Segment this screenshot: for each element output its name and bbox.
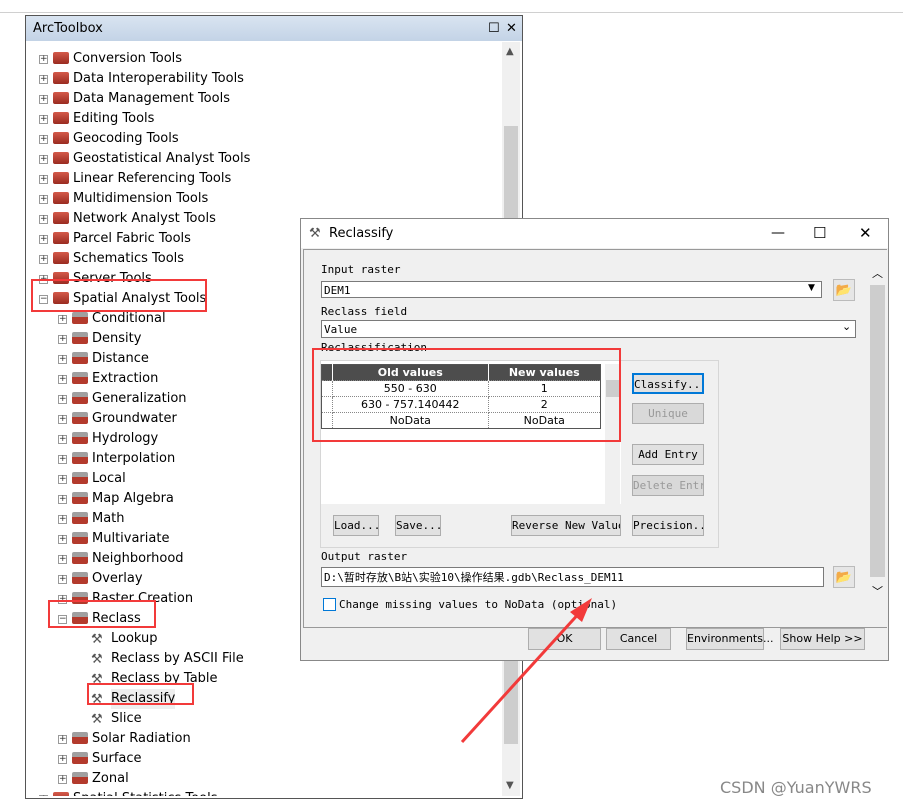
- annotation-arrow: [460, 598, 592, 744]
- arrow-shaft: [460, 608, 584, 744]
- watermark: CSDN @YuanYWRS: [720, 778, 872, 797]
